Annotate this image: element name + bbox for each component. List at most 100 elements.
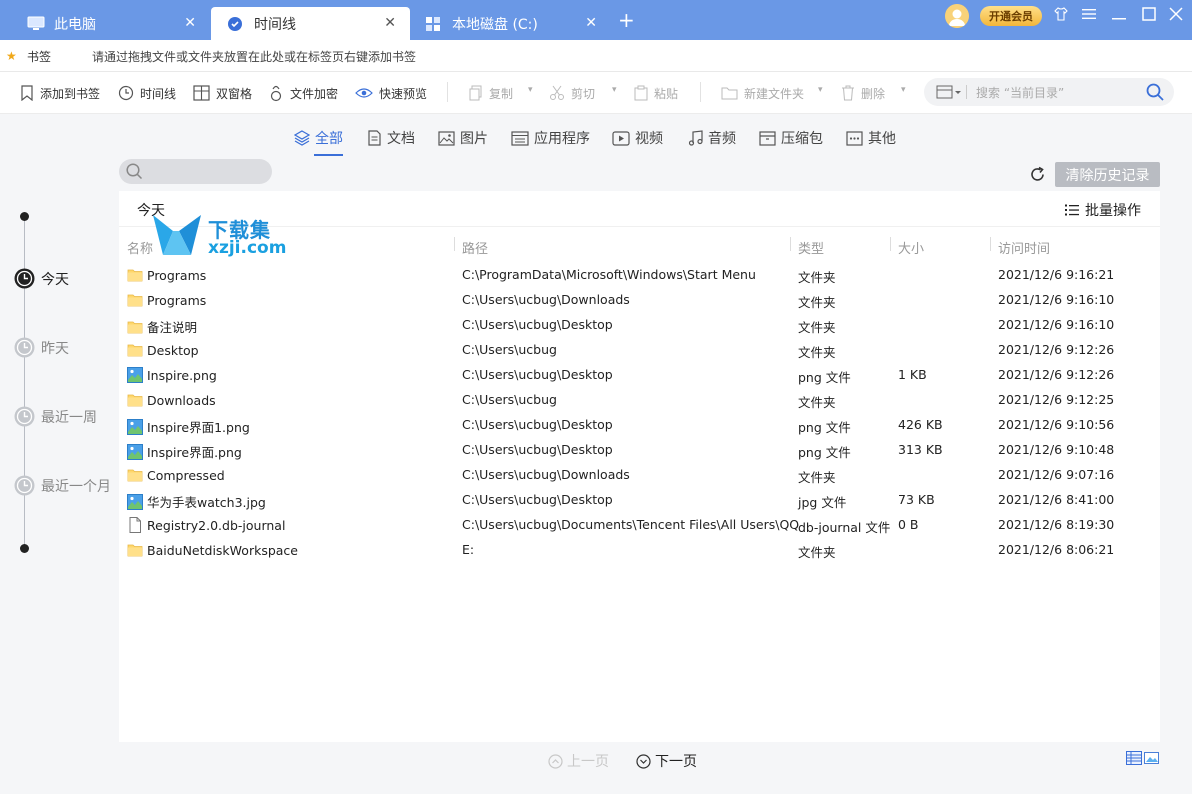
category-applications[interactable]: 应用程序 <box>511 128 590 148</box>
search-input[interactable]: 搜索 “当前目录” <box>976 84 1064 101</box>
new-folder-button[interactable]: 新建文件夹 <box>721 83 804 103</box>
add-tab-button[interactable]: + <box>618 10 635 30</box>
details-view-icon[interactable] <box>1126 751 1142 765</box>
file-name-cell[interactable]: Inspire界面.png <box>127 442 242 461</box>
file-path[interactable]: C:\Users\ucbug\Desktop <box>462 417 613 432</box>
file-path[interactable]: E: <box>462 542 474 557</box>
category-videos[interactable]: 视频 <box>612 128 663 148</box>
close-window-icon[interactable] <box>1164 2 1188 26</box>
column-type[interactable]: 类型 <box>798 238 824 257</box>
category-other[interactable]: 其他 <box>846 128 896 148</box>
bookmark-label[interactable]: 书签 <box>27 48 51 65</box>
maximize-icon[interactable] <box>1137 2 1161 26</box>
view-switch-icon[interactable] <box>936 84 962 104</box>
close-icon[interactable]: ✕ <box>184 15 196 31</box>
file-path[interactable]: C:\Users\ucbug <box>462 342 557 357</box>
table-row[interactable]: 备注说明 C:\Users\ucbug\Desktop 文件夹 2021/12/6 9… <box>119 313 1160 338</box>
chevron-down-icon[interactable]: ▾ <box>528 85 533 95</box>
file-name-cell[interactable]: Programs <box>127 292 206 308</box>
column-path[interactable]: 路径 <box>462 238 488 257</box>
delete-button[interactable]: 删除 <box>841 83 885 103</box>
refresh-icon[interactable] <box>1029 166 1046 187</box>
column-size[interactable]: 大小 <box>898 238 924 257</box>
batch-operation-button[interactable]: 批量操作 <box>1065 200 1141 220</box>
file-name-cell[interactable]: Registry2.0.db-journal <box>127 517 285 533</box>
category-all[interactable]: 全部 <box>294 128 343 156</box>
chevron-down-icon[interactable]: ▾ <box>612 85 617 95</box>
skin-icon[interactable] <box>1049 2 1073 26</box>
file-name-cell[interactable]: BaiduNetdiskWorkspace <box>127 542 298 558</box>
file-path[interactable]: C:\Users\ucbug\Desktop <box>462 317 613 332</box>
file-path[interactable]: C:\Users\ucbug\Desktop <box>462 492 613 507</box>
table-row[interactable]: Programs C:\Users\ucbug\Downloads 文件夹 2021/… <box>119 288 1160 313</box>
timeline-last-week[interactable]: 最近一周 <box>14 406 97 427</box>
prev-page-button[interactable]: 上一页 <box>548 751 609 771</box>
table-row[interactable]: Programs C:\ProgramData\Microsoft\Windows… <box>119 263 1160 288</box>
file-path[interactable]: C:\Users\ucbug\Documents\Tencent Files\A… <box>462 517 799 532</box>
file-name-cell[interactable]: 备注说明 <box>127 317 197 336</box>
vip-button[interactable]: 开通会员 <box>980 6 1042 26</box>
column-resizer[interactable] <box>454 237 455 251</box>
column-resizer[interactable] <box>990 237 991 251</box>
file-name-cell[interactable]: Downloads <box>127 392 216 408</box>
file-path[interactable]: C:\ProgramData\Microsoft\Windows\Start M… <box>462 267 756 282</box>
add-bookmark-button[interactable]: 添加到书签 <box>20 83 100 103</box>
column-resizer[interactable] <box>890 237 891 251</box>
tab-timeline[interactable]: 时间线 ✕ <box>211 7 410 40</box>
file-name-cell[interactable]: 华为手表watch3.jpg <box>127 492 266 511</box>
avatar[interactable] <box>945 4 969 28</box>
file-name-cell[interactable]: Compressed <box>127 467 225 483</box>
file-name-cell[interactable]: Inspire界面1.png <box>127 417 250 436</box>
file-path[interactable]: C:\Users\ucbug\Desktop <box>462 442 613 457</box>
table-row[interactable]: BaiduNetdiskWorkspace E: 文件夹 2021/12/6 8:06… <box>119 538 1160 563</box>
document-icon <box>368 130 381 146</box>
column-time[interactable]: 访问时间 <box>998 238 1050 257</box>
clear-history-button[interactable]: 清除历史记录 <box>1055 162 1160 187</box>
timeline-yesterday[interactable]: 昨天 <box>14 337 69 358</box>
file-path[interactable]: C:\Users\ucbug\Downloads <box>462 292 630 307</box>
file-path[interactable]: C:\Users\ucbug\Downloads <box>462 467 630 482</box>
close-icon[interactable]: ✕ <box>585 15 597 31</box>
chevron-down-icon[interactable]: ▾ <box>901 85 906 95</box>
close-icon[interactable]: ✕ <box>384 15 396 31</box>
search-icon[interactable] <box>1146 83 1164 105</box>
timeline-last-month[interactable]: 最近一个月 <box>14 475 111 496</box>
encrypt-button[interactable]: 文件加密 <box>268 83 338 103</box>
category-images[interactable]: 图片 <box>438 128 488 148</box>
cut-button[interactable]: 剪切 <box>549 83 595 103</box>
tab-local-disk[interactable]: 本地磁盘 (C:) ✕ <box>411 7 611 40</box>
history-search-input[interactable] <box>119 159 272 184</box>
table-row[interactable]: 华为手表watch3.jpg C:\Users\ucbug\Desktop jpg … <box>119 488 1160 513</box>
thumbnail-view-icon[interactable] <box>1144 751 1160 765</box>
file-path[interactable]: C:\Users\ucbug <box>462 392 557 407</box>
chevron-down-icon[interactable]: ▾ <box>818 85 823 95</box>
table-row[interactable]: Desktop C:\Users\ucbug 文件夹 2021/12/6 9:12:2… <box>119 338 1160 363</box>
table-row[interactable]: Inspire界面.png C:\Users\ucbug\Desktop png 文… <box>119 438 1160 463</box>
timeline-button[interactable]: 时间线 <box>118 83 176 103</box>
tab-this-pc[interactable]: 此电脑 ✕ <box>0 7 210 40</box>
copy-button[interactable]: 复制 <box>469 83 513 103</box>
category-audio[interactable]: 音频 <box>688 128 736 148</box>
timeline-today[interactable]: 今天 <box>14 268 69 289</box>
file-name-cell[interactable]: Desktop <box>127 342 199 358</box>
menu-icon[interactable] <box>1077 2 1101 26</box>
next-page-button[interactable]: 下一页 <box>636 751 697 771</box>
table-row[interactable]: Downloads C:\Users\ucbug 文件夹 2021/12/6 9:12… <box>119 388 1160 413</box>
table-row[interactable]: Registry2.0.db-journal C:\Users\ucbug\Doc… <box>119 513 1160 538</box>
folder-icon <box>127 319 143 335</box>
file-path[interactable]: C:\Users\ucbug\Desktop <box>462 367 613 382</box>
file-name-cell[interactable]: Inspire.png <box>127 367 217 383</box>
column-name[interactable]: 名称 <box>127 238 153 257</box>
dual-pane-button[interactable]: 双窗格 <box>193 83 252 103</box>
column-resizer[interactable] <box>790 237 791 251</box>
table-row[interactable]: Inspire界面1.png C:\Users\ucbug\Desktop png … <box>119 413 1160 438</box>
minimize-icon[interactable] <box>1107 2 1131 26</box>
category-archives[interactable]: 压缩包 <box>759 128 823 148</box>
category-documents[interactable]: 文档 <box>367 128 415 148</box>
search-box[interactable]: 搜索 “当前目录” <box>924 78 1174 106</box>
table-row[interactable]: Compressed C:\Users\ucbug\Downloads 文件夹 202… <box>119 463 1160 488</box>
table-row[interactable]: Inspire.png C:\Users\ucbug\Desktop png 文件 1… <box>119 363 1160 388</box>
paste-button[interactable]: 粘贴 <box>634 83 678 103</box>
quick-preview-button[interactable]: 快速预览 <box>355 83 427 103</box>
file-name-cell[interactable]: Programs <box>127 267 206 283</box>
